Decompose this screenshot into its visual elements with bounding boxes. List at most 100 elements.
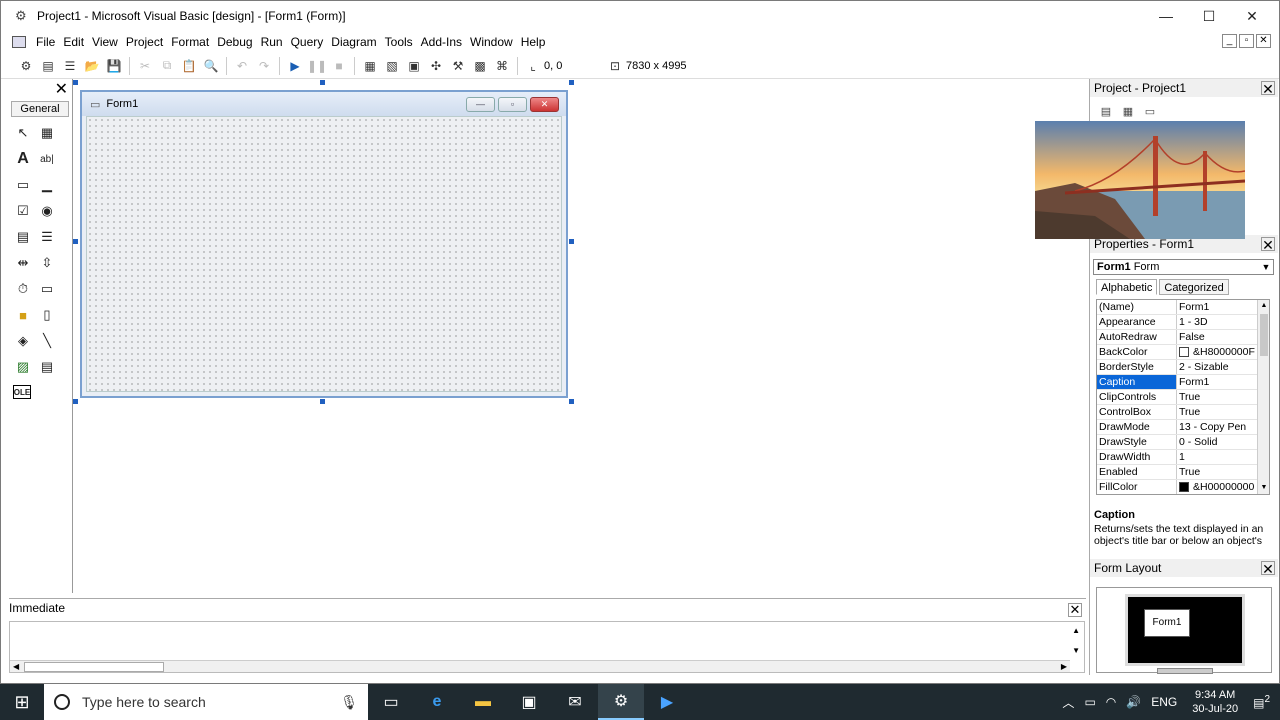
redo-icon[interactable]: ↷ xyxy=(254,56,274,76)
property-row[interactable]: AutoRedraw False xyxy=(1097,330,1269,345)
property-row[interactable]: DrawMode 13 - Copy Pen xyxy=(1097,420,1269,435)
clock[interactable]: 9:34 AM 30-Jul-20 xyxy=(1192,688,1238,716)
shape-tool-icon[interactable]: ◈ xyxy=(13,331,33,351)
notifications-icon[interactable]: ▤2 xyxy=(1253,694,1270,710)
maximize-button[interactable]: ☐ xyxy=(1187,1,1231,31)
listbox-tool-icon[interactable]: ☰ xyxy=(37,227,57,247)
vscrollbar-tool-icon[interactable]: ⇳ xyxy=(37,253,57,273)
tab-categorized[interactable]: Categorized xyxy=(1159,279,1229,295)
resize-handle[interactable] xyxy=(320,399,325,404)
property-row[interactable]: ClipControls True xyxy=(1097,390,1269,405)
close-button[interactable]: ✕ xyxy=(1230,1,1274,31)
zoom-icon[interactable]: ▶ xyxy=(644,684,690,720)
add-project-icon[interactable]: ⚙ xyxy=(16,56,36,76)
menu-file[interactable]: File xyxy=(32,31,59,53)
filelistbox-tool-icon[interactable]: ▯ xyxy=(37,305,57,325)
open-project-icon[interactable]: 📂 xyxy=(82,56,102,76)
copy-icon[interactable]: ⧉ xyxy=(157,56,177,76)
menu-query[interactable]: Query xyxy=(287,31,328,53)
view-code-icon[interactable]: ▤ xyxy=(1098,105,1114,119)
save-project-icon[interactable]: 💾 xyxy=(104,56,124,76)
menu-add-ins[interactable]: Add-Ins xyxy=(417,31,466,53)
property-row[interactable]: (Name) Form1 xyxy=(1097,300,1269,315)
property-value[interactable]: &H00000000 xyxy=(1177,480,1269,494)
volume-icon[interactable]: 🔊 xyxy=(1126,695,1141,709)
scroll-up-icon[interactable]: ▲ xyxy=(1258,300,1269,312)
store-icon[interactable]: ▣ xyxy=(506,684,552,720)
resize-handle[interactable] xyxy=(569,239,574,244)
commandbutton-tool-icon[interactable]: ▁ xyxy=(37,175,57,195)
menu-debug[interactable]: Debug xyxy=(213,31,256,53)
paste-icon[interactable]: 📋 xyxy=(179,56,199,76)
immediate-input[interactable]: ▲ ▼ ◀ ▶ xyxy=(9,621,1085,673)
visual-basic-taskbar-icon[interactable]: ⚙ xyxy=(598,684,644,720)
picturebox-tool-icon[interactable]: ▦ xyxy=(37,123,57,143)
mdi-close-button[interactable]: ✕ xyxy=(1256,34,1271,48)
property-row[interactable]: BackColor &H8000000F xyxy=(1097,345,1269,360)
menu-view[interactable]: View xyxy=(88,31,122,53)
toggle-folders-icon[interactable]: ▭ xyxy=(1142,105,1158,119)
toolbox-close-icon[interactable]: ✕ xyxy=(55,79,68,99)
language-indicator[interactable]: ENG xyxy=(1151,695,1177,709)
label-tool-icon[interactable]: A xyxy=(13,149,33,169)
property-value[interactable]: &H8000000F xyxy=(1177,345,1269,359)
property-row[interactable]: Enabled True xyxy=(1097,465,1269,480)
scroll-up-icon[interactable]: ▲ xyxy=(1072,626,1080,635)
line-tool-icon[interactable]: ╲ xyxy=(37,331,57,351)
property-row[interactable]: DrawWidth 1 xyxy=(1097,450,1269,465)
resize-handle[interactable] xyxy=(569,399,574,404)
property-value[interactable]: Form1 xyxy=(1177,300,1269,314)
resize-handle[interactable] xyxy=(569,80,574,85)
taskbar-search[interactable]: Type here to search 🎙 xyxy=(44,684,368,720)
property-row[interactable]: ControlBox True xyxy=(1097,405,1269,420)
menu-diagram[interactable]: Diagram xyxy=(327,31,380,53)
properties-panel-close-icon[interactable]: ✕ xyxy=(1261,237,1275,252)
menu-project[interactable]: Project xyxy=(122,31,167,53)
menu-editor-icon[interactable]: ☰ xyxy=(60,56,80,76)
property-value[interactable]: True xyxy=(1177,465,1269,479)
menu-help[interactable]: Help xyxy=(517,31,550,53)
properties-window-icon[interactable]: ▧ xyxy=(382,56,402,76)
drivelistbox-tool-icon[interactable]: ▭ xyxy=(37,279,57,299)
timer-tool-icon[interactable]: ⏱ xyxy=(13,279,33,299)
pointer-tool-icon[interactable]: ↖ xyxy=(13,123,33,143)
scroll-thumb[interactable] xyxy=(1260,314,1268,356)
mail-icon[interactable]: ✉ xyxy=(552,684,598,720)
scroll-thumb[interactable] xyxy=(24,662,164,672)
minimize-button[interactable]: — xyxy=(1144,1,1188,31)
object-selector[interactable]: Form1 Form ▼ xyxy=(1093,259,1274,275)
immediate-close-icon[interactable]: ✕ xyxy=(1068,603,1082,617)
edge-browser-icon[interactable]: e xyxy=(414,684,460,720)
property-value[interactable]: 1 - 3D xyxy=(1177,315,1269,329)
mdi-restore-button[interactable]: ▫ xyxy=(1239,34,1254,48)
form-layout-form1[interactable]: Form1 xyxy=(1144,609,1190,637)
break-icon[interactable]: ❚❚ xyxy=(307,56,327,76)
data-view-icon[interactable]: ▩ xyxy=(470,56,490,76)
dirlistbox-tool-icon[interactable]: ■ xyxy=(13,305,33,325)
find-icon[interactable]: 🔍 xyxy=(201,56,221,76)
scroll-left-icon[interactable]: ◀ xyxy=(13,662,19,671)
immediate-hscrollbar[interactable]: ◀ ▶ xyxy=(10,660,1070,672)
checkbox-tool-icon[interactable]: ☑ xyxy=(13,201,33,221)
wifi-icon[interactable]: ◠ xyxy=(1106,695,1116,709)
view-object-icon[interactable]: ▦ xyxy=(1120,105,1136,119)
property-value[interactable]: 0 - Solid xyxy=(1177,435,1269,449)
menu-tools[interactable]: Tools xyxy=(381,31,417,53)
mdi-child-icon[interactable] xyxy=(12,36,26,48)
resize-handle[interactable] xyxy=(73,399,78,404)
file-explorer-icon[interactable]: ▬ xyxy=(460,684,506,720)
menu-format[interactable]: Format xyxy=(167,31,213,53)
undo-icon[interactable]: ↶ xyxy=(232,56,252,76)
image-tool-icon[interactable]: ▨ xyxy=(13,357,33,377)
windows-start-icon[interactable]: ⊞ xyxy=(0,684,44,720)
property-value[interactable]: 13 - Copy Pen xyxy=(1177,420,1269,434)
properties-scrollbar[interactable]: ▲ ▼ xyxy=(1257,300,1269,494)
form-layout-icon[interactable]: ▣ xyxy=(404,56,424,76)
property-value[interactable]: True xyxy=(1177,390,1269,404)
battery-icon[interactable]: ▭ xyxy=(1084,695,1095,709)
form1-grid-canvas[interactable] xyxy=(86,116,562,392)
property-value[interactable]: 1 xyxy=(1177,450,1269,464)
property-value[interactable]: False xyxy=(1177,330,1269,344)
optionbutton-tool-icon[interactable]: ◉ xyxy=(37,201,57,221)
property-value[interactable]: 2 - Sizable xyxy=(1177,360,1269,374)
